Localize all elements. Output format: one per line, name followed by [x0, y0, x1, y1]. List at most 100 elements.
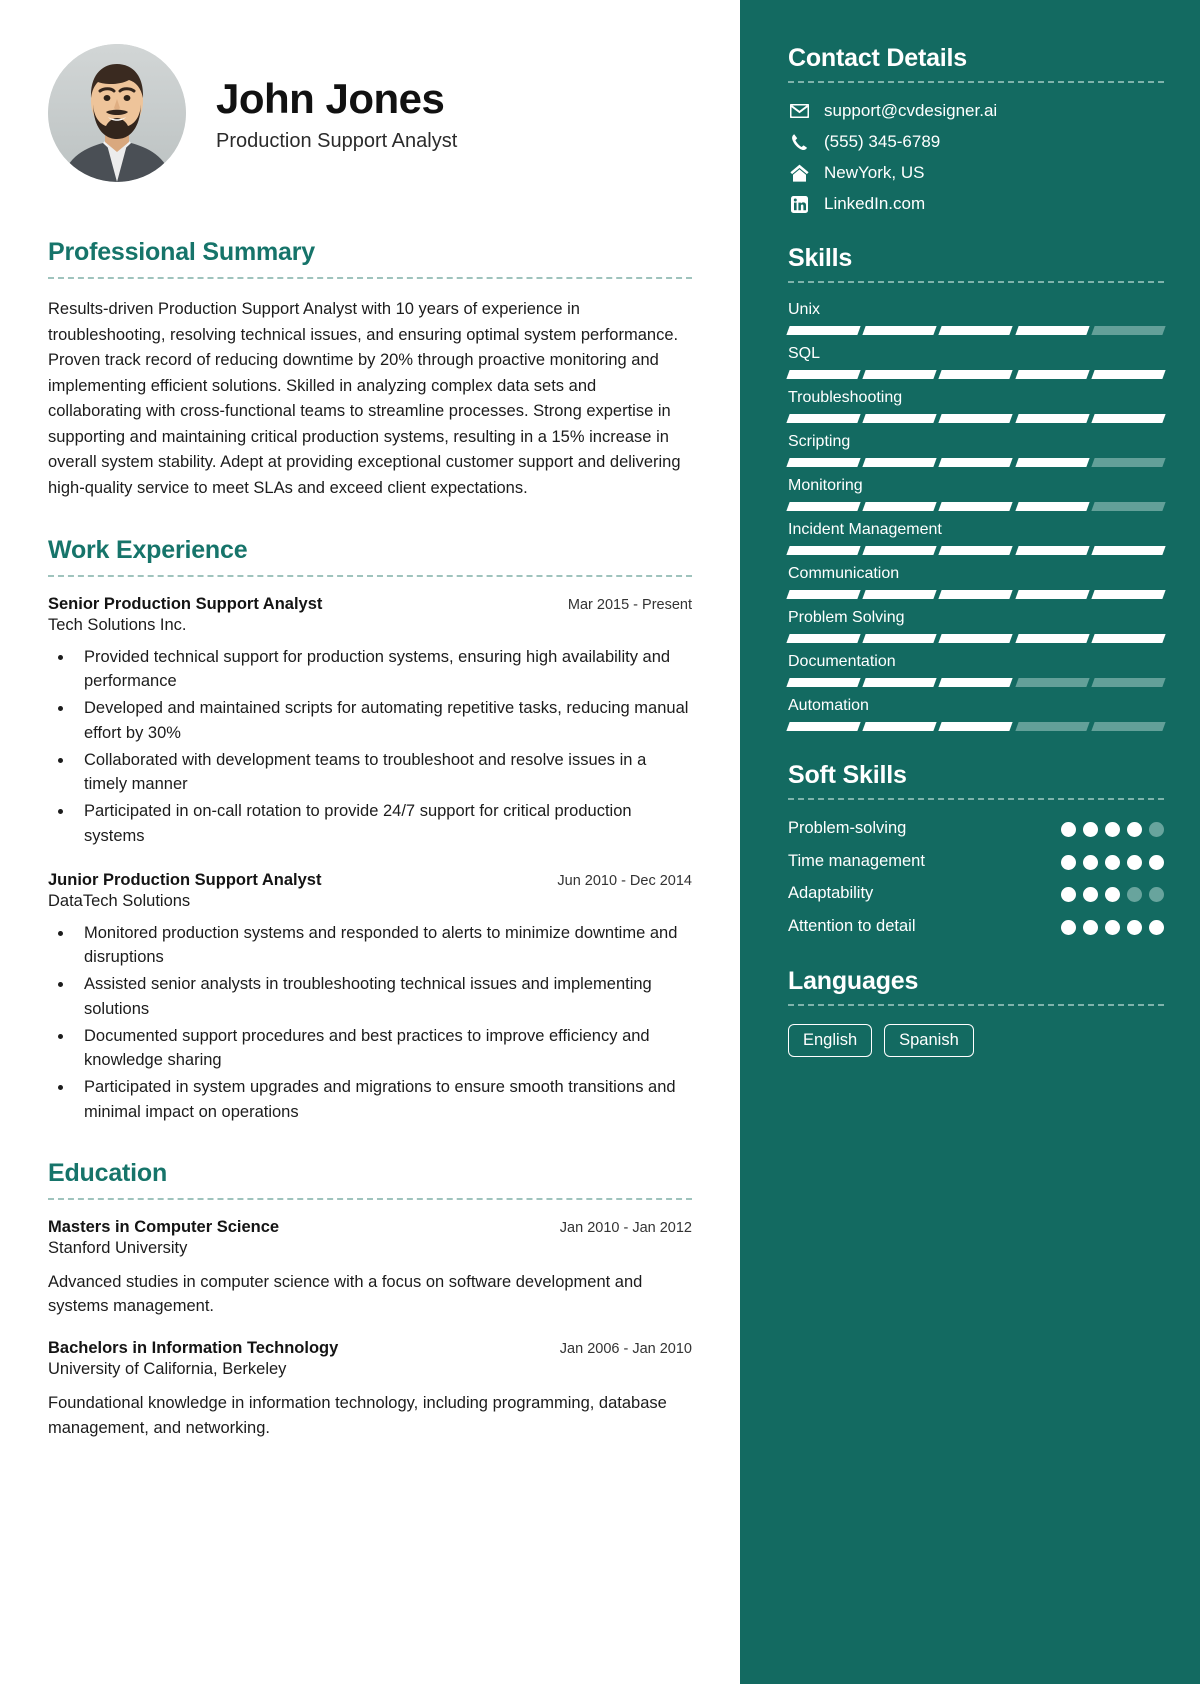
skill-bar-segment [938, 634, 1014, 643]
experience-header: Senior Production Support Analyst Mar 201… [48, 595, 692, 614]
skill-level-bar [786, 414, 1166, 423]
section-heading-languages: Languages [788, 966, 919, 995]
experience-title: Senior Production Support Analyst [48, 594, 323, 613]
experience-company: DataTech Solutions [48, 891, 191, 910]
skill-bar-segment [938, 370, 1014, 379]
soft-skill-dot [1083, 854, 1098, 870]
education-item: Bachelors in Information Technology Jan 2… [48, 1339, 692, 1441]
experience-date: Jun 2010 - Dec 2014 [557, 872, 692, 889]
soft-skill-dot [1149, 887, 1164, 903]
contact-value: support@cvdesigner.ai [824, 101, 998, 120]
page-title: John Jones [216, 75, 445, 123]
resume-page: John Jones Production Support Analyst Pr… [0, 0, 1200, 1684]
contact-item[interactable]: (555) 345-6789 [788, 132, 1164, 152]
experience-item: Junior Production Support Analyst Jun 201… [48, 871, 692, 1125]
experience-title: Junior Production Support Analyst [48, 870, 322, 889]
divider [788, 798, 1164, 800]
skill-bar-segment [1091, 590, 1166, 599]
section-education: Education Masters in Computer Science Jan… [48, 1159, 692, 1441]
skill-bar-segment [862, 502, 938, 511]
language-chip[interactable]: English [788, 1023, 873, 1057]
divider [788, 281, 1164, 283]
section-heading-experience: Work Experience [48, 535, 248, 564]
skill-bar-segment [1091, 678, 1166, 687]
section-heading-contact: Contact Details [788, 44, 967, 72]
soft-skill-dot [1061, 822, 1076, 837]
skill-level-bar [786, 678, 1166, 687]
skill-bar-segment [862, 414, 938, 423]
skill-bar-segment [1014, 634, 1090, 643]
section-skills: Skills Unix SQL Troubleshooting Scripting Mo… [786, 244, 1166, 731]
skill-bar-segment [938, 326, 1014, 335]
skill-bar-segment [786, 326, 861, 335]
skill-bar-segment [786, 502, 861, 511]
contact-value: (555) 345-6789 [824, 132, 941, 151]
envelope-icon [788, 101, 810, 121]
soft-skill-dot [1083, 822, 1098, 837]
skill-level-bar [786, 326, 1166, 335]
skill-bar-segment [786, 370, 861, 379]
section-heading-education: Education [48, 1158, 168, 1187]
skill-item: Monitoring [786, 477, 1166, 511]
contact-item[interactable]: NewYork, US [788, 163, 1164, 183]
soft-skill-dot [1105, 887, 1120, 903]
education-date: Jan 2010 - Jan 2012 [559, 1219, 692, 1236]
soft-skill-dot [1105, 822, 1120, 837]
skill-bar-segment [786, 590, 861, 599]
soft-skill-rating [1061, 916, 1164, 935]
skill-bar-segment [862, 546, 938, 555]
phone-icon [788, 132, 810, 152]
section-languages: Languages English Spanish [788, 967, 1164, 1057]
skill-bar-segment [786, 546, 861, 555]
experience-bullet: Monitored production systems and respond… [74, 921, 692, 971]
skill-bar-segment [1091, 370, 1166, 379]
soft-skill-dot [1083, 919, 1098, 935]
name-block: John Jones Production Support Analyst [216, 73, 457, 152]
soft-skill-dot [1149, 822, 1164, 837]
language-chip[interactable]: Spanish [884, 1023, 974, 1057]
contact-item[interactable]: support@cvdesigner.ai [788, 101, 1164, 121]
section-soft-skills: Soft Skills Problem-solving Time manageme… [788, 761, 1164, 937]
avatar [48, 44, 186, 182]
soft-skill-label: Attention to detail [788, 916, 916, 935]
soft-skill-label: Problem-solving [788, 819, 907, 837]
experience-list: Senior Production Support Analyst Mar 201… [48, 595, 692, 1125]
education-list: Masters in Computer Science Jan 2010 - Ja… [48, 1218, 692, 1441]
skill-bar-segment [1014, 590, 1090, 599]
divider [48, 574, 692, 577]
skill-bar-segment [938, 546, 1014, 555]
education-school: University of California, Berkeley [48, 1360, 287, 1378]
soft-skill-dot [1127, 822, 1142, 837]
divider [788, 81, 1164, 83]
soft-skill-dot [1127, 887, 1142, 903]
skill-bar-segment [1014, 546, 1090, 555]
experience-bullet: Assisted senior analysts in troubleshoot… [74, 972, 692, 1022]
home-icon [788, 163, 810, 183]
experience-bullet: Participated in system upgrades and migr… [74, 1075, 692, 1125]
skill-bar-segment [938, 678, 1014, 687]
skill-label: Scripting [788, 433, 851, 450]
skill-item: Unix [786, 301, 1166, 335]
contact-item[interactable]: LinkedIn.com [788, 194, 1164, 214]
soft-skill-dot [1105, 854, 1120, 870]
skill-bar-segment [938, 590, 1014, 599]
section-heading-skills: Skills [788, 244, 853, 272]
skill-level-bar [786, 458, 1166, 467]
soft-skill-item: Attention to detail [788, 916, 1164, 937]
main-content-column: John Jones Production Support Analyst Pr… [0, 0, 740, 1684]
linkedin-icon [788, 194, 810, 214]
skill-item: Troubleshooting [786, 389, 1166, 423]
soft-skill-dot [1149, 919, 1164, 935]
section-professional-summary: Professional Summary Results-driven Prod… [48, 238, 692, 502]
skill-bar-segment [862, 678, 938, 687]
divider [48, 1197, 692, 1200]
skill-bar-segment [862, 458, 938, 467]
soft-skill-dot [1061, 919, 1076, 935]
soft-skill-dot [1127, 919, 1142, 935]
skill-bar-segment [786, 414, 861, 423]
soft-skill-rating [1061, 883, 1164, 903]
skill-item: Communication [786, 565, 1166, 599]
sidebar: Contact Details support@cvdesigner.ai (55… [740, 0, 1200, 1684]
skill-bar-segment [1091, 634, 1166, 643]
skill-bar-segment [1014, 370, 1090, 379]
